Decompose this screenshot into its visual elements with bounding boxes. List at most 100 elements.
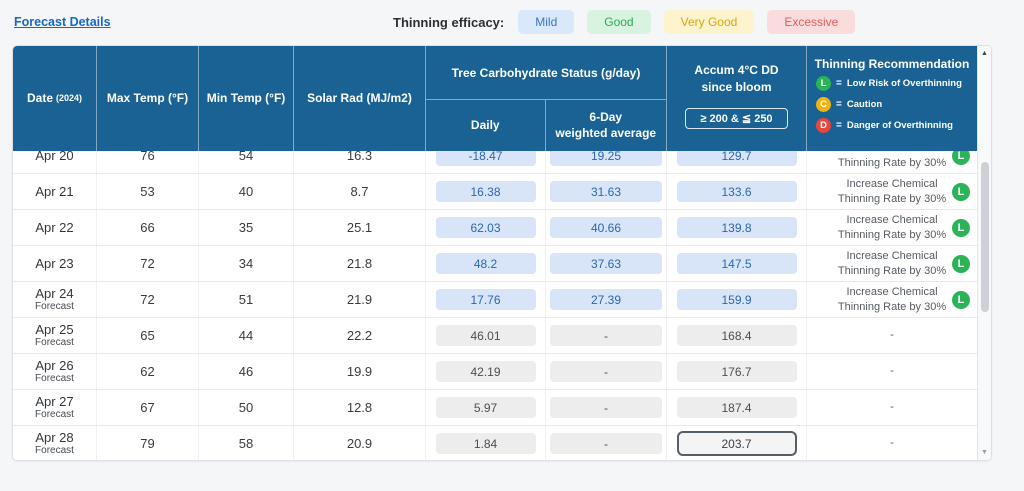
recommendation-cell: - <box>807 390 977 425</box>
date-label: Apr 26 <box>35 357 74 373</box>
table-row: Apr 21 53 40 8.7 16.38 31.63 133.6 Incre… <box>13 174 977 210</box>
accum-dd-value: 147.5 <box>676 253 797 274</box>
recommendation-text: Increase Chemical Thinning Rate by 30% <box>837 151 947 169</box>
avg-carb-value: 19.25 <box>550 151 662 166</box>
legend-circle-icon: L <box>816 76 831 91</box>
forecast-label: Forecast <box>35 373 74 385</box>
date-label: Apr 20 <box>35 151 74 163</box>
avg-carb-cell: - <box>546 354 667 389</box>
top-bar: Forecast Details Thinning efficacy: Mild… <box>0 0 1024 45</box>
table-row: Apr 26 Forecast 62 46 19.9 42.19 - 176.7… <box>13 354 977 390</box>
max-temp-cell: 66 <box>97 210 199 245</box>
recommendation-cell: - <box>807 426 977 460</box>
avg-carb-cell: 31.63 <box>546 174 667 209</box>
avg-carb-cell: - <box>546 318 667 353</box>
date-cell: Apr 21 <box>13 174 97 209</box>
header-recommendation: Thinning Recommendation L = Low Risk of … <box>807 46 977 151</box>
max-temp-cell: 53 <box>97 174 199 209</box>
recommendation-cell: - <box>807 354 977 389</box>
thinning-efficacy-label: Thinning efficacy: <box>393 14 505 30</box>
header-date: Date (2024) <box>13 46 97 151</box>
legend-text: Low Risk of Overthinning <box>846 78 962 89</box>
date-cell: Apr 28 Forecast <box>13 426 97 460</box>
date-cell: Apr 23 <box>13 246 97 281</box>
legend-text: Danger of Overthinning <box>846 120 953 131</box>
efficacy-badge-good: Good <box>587 10 651 34</box>
table-scrollbar[interactable]: ▲ ▼ <box>977 46 991 460</box>
scroll-up-icon[interactable]: ▲ <box>978 50 991 57</box>
max-temp-cell: 72 <box>97 246 199 281</box>
min-temp-cell: 51 <box>199 282 294 317</box>
forecast-label: Forecast <box>35 409 74 421</box>
accum-range-badge: ≥ 200 & ≦ 250 <box>685 107 788 129</box>
daily-carb-cell: 17.76 <box>426 282 546 317</box>
date-label: Apr 22 <box>35 219 74 235</box>
daily-carb-value: 16.38 <box>435 181 536 202</box>
date-label: Apr 24 <box>35 285 74 301</box>
avg-carb-cell: 27.39 <box>546 282 667 317</box>
accum-dd-cell: 133.6 <box>667 174 807 209</box>
header-carb-group-title: Tree Carbohydrate Status (g/day) <box>426 46 666 100</box>
risk-badge: L <box>952 151 970 165</box>
avg-carb-value: - <box>550 325 662 346</box>
scrollbar-thumb[interactable] <box>981 162 989 312</box>
recommendation-cell: Increase Chemical Thinning Rate by 30% L <box>807 210 977 245</box>
accum-dd-cell: 129.7 <box>667 151 807 173</box>
daily-carb-cell: 5.97 <box>426 390 546 425</box>
forecast-details-link[interactable]: Forecast Details <box>14 15 111 29</box>
avg-carb-value: - <box>550 397 662 418</box>
daily-carb-cell: -18.47 <box>426 151 546 173</box>
solar-rad-cell: 16.3 <box>294 151 426 173</box>
header-six-day-avg: 6-Day weighted average <box>555 109 657 140</box>
daily-carb-value: 5.97 <box>435 397 536 418</box>
min-temp-cell: 54 <box>199 151 294 173</box>
table-row: Apr 20 76 54 16.3 -18.47 19.25 129.7 Inc… <box>13 151 977 174</box>
daily-carb-cell: 62.03 <box>426 210 546 245</box>
recommendation-text: - <box>890 401 894 414</box>
min-temp-cell: 35 <box>199 210 294 245</box>
accum-dd-value: 129.7 <box>676 151 797 166</box>
forecast-label: Forecast <box>35 445 74 457</box>
table-rows: Apr 20 76 54 16.3 -18.47 19.25 129.7 Inc… <box>13 151 977 460</box>
avg-carb-cell: - <box>546 390 667 425</box>
recommendation-cell: Increase Chemical Thinning Rate by 30% L <box>807 246 977 281</box>
legend-equals: = <box>836 120 842 131</box>
accum-dd-cell: 159.9 <box>667 282 807 317</box>
forecast-label: Forecast <box>35 301 74 313</box>
avg-carb-value: - <box>550 433 662 454</box>
header-daily: Daily <box>426 100 546 151</box>
table-row: Apr 27 Forecast 67 50 12.8 5.97 - 187.4 … <box>13 390 977 426</box>
date-cell: Apr 24 Forecast <box>13 282 97 317</box>
recommendation-text: Increase Chemical Thinning Rate by 30% <box>837 250 947 277</box>
daily-carb-value: 48.2 <box>435 253 536 274</box>
header-accum-dd: Accum 4°C DD since bloom ≥ 200 & ≦ 250 <box>667 46 807 151</box>
accum-dd-cell: 176.7 <box>667 354 807 389</box>
risk-badge: L <box>952 254 970 273</box>
date-cell: Apr 22 <box>13 210 97 245</box>
accum-dd-value: 139.8 <box>676 217 797 238</box>
risk-badge: L <box>952 290 970 309</box>
date-label: Apr 28 <box>35 429 74 445</box>
scroll-down-icon[interactable]: ▼ <box>978 449 991 456</box>
solar-rad-cell: 22.2 <box>294 318 426 353</box>
solar-rad-cell: 8.7 <box>294 174 426 209</box>
daily-carb-value: 62.03 <box>435 217 536 238</box>
table-row: Apr 24 Forecast 72 51 21.9 17.76 27.39 1… <box>13 282 977 318</box>
recommendation-cell: Increase Chemical Thinning Rate by 30% L <box>807 151 977 173</box>
table-row: Apr 25 Forecast 65 44 22.2 46.01 - 168.4… <box>13 318 977 354</box>
table-row: Apr 22 66 35 25.1 62.03 40.66 139.8 Incr… <box>13 210 977 246</box>
date-cell: Apr 20 <box>13 151 97 173</box>
avg-carb-value: - <box>550 361 662 382</box>
header-max-temp: Max Temp (°F) <box>97 46 199 151</box>
risk-badge: L <box>952 182 970 201</box>
forecast-table: Date (2024) Max Temp (°F) Min Temp (°F) S… <box>12 45 992 461</box>
accum-dd-value: 133.6 <box>676 181 797 202</box>
max-temp-cell: 72 <box>97 282 199 317</box>
solar-rad-cell: 21.9 <box>294 282 426 317</box>
table-row: Apr 23 72 34 21.8 48.2 37.63 147.5 Incre… <box>13 246 977 282</box>
daily-carb-cell: 16.38 <box>426 174 546 209</box>
daily-carb-value: 1.84 <box>435 433 536 454</box>
legend-item: L = Low Risk of Overthinning <box>816 76 977 91</box>
accum-dd-value: 168.4 <box>676 325 797 346</box>
solar-rad-cell: 20.9 <box>294 426 426 460</box>
